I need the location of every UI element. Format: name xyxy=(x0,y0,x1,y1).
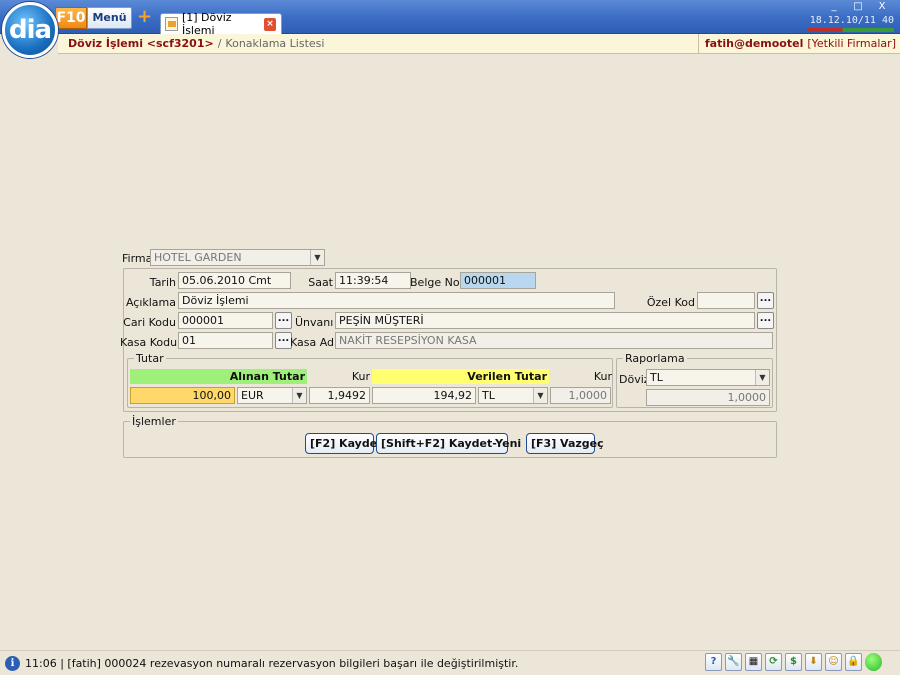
help-icon[interactable]: ? xyxy=(705,653,722,671)
ozel-kod-browse-button[interactable]: ... xyxy=(757,292,774,309)
ozel-kod-field[interactable] xyxy=(697,292,755,309)
cari-kodu-label: Cari Kodu xyxy=(123,316,176,329)
islemler-legend: İşlemler xyxy=(130,415,178,428)
unvan-field[interactable]: PEŞİN MÜŞTERİ xyxy=(335,312,755,329)
unvan-browse-button[interactable]: ... xyxy=(757,312,774,329)
window-controls: _ □ X xyxy=(824,1,892,14)
wrench-icon[interactable]: 🔧 xyxy=(725,653,742,671)
lock-icon[interactable]: 🔒 xyxy=(845,653,862,671)
progress-bar xyxy=(808,28,894,32)
firma-label: Firma xyxy=(122,252,153,265)
alinan-tutar-header: Alınan Tutar xyxy=(130,369,307,384)
tray-icons: ? 🔧 ▦ ⟳ $ ⬇ ☺ 🔒 xyxy=(705,653,882,671)
tab-close-icon[interactable]: × xyxy=(264,17,276,31)
close-window-icon[interactable]: X xyxy=(872,1,892,14)
maximize-icon[interactable]: □ xyxy=(848,1,868,14)
cari-kodu-browse-button[interactable]: ... xyxy=(275,312,292,329)
menu-button[interactable]: Menü xyxy=(87,7,132,29)
status-message: 11:06 | [fatih] 000024 rezevasyon numara… xyxy=(25,656,519,670)
unvan-label: Ünvanı xyxy=(295,316,334,329)
firma-select[interactable]: HOTEL GARDEN ▼ xyxy=(150,249,325,266)
ozel-kod-label: Özel Kod xyxy=(646,296,695,309)
verilen-kur-field[interactable]: 1,0000 xyxy=(550,387,611,404)
save-new-button[interactable]: [Shift+F2] Kaydet-Yeni xyxy=(376,433,521,454)
raporlama-doviz-select[interactable]: TL ▼ xyxy=(646,369,770,386)
info-icon: i xyxy=(5,655,20,671)
smiley-icon[interactable]: ☺ xyxy=(825,653,842,671)
user-name[interactable]: fatih@demootel xyxy=(705,37,803,50)
dollar-icon[interactable]: $ xyxy=(785,653,802,671)
refresh-icon[interactable]: ⟳ xyxy=(765,653,782,671)
breadcrumb-current: Döviz İşlemi <scf3201> xyxy=(68,37,214,50)
authorized-companies-link[interactable]: [Yetkili Firmalar] xyxy=(807,37,896,50)
breadcrumb-separator: / xyxy=(217,37,222,50)
alinan-kur-field[interactable]: 1,9492 xyxy=(309,387,370,404)
verilen-tutar-header: Verilen Tutar xyxy=(372,369,549,384)
raporlama-legend: Raporlama xyxy=(623,352,687,365)
tarih-label: Tarih xyxy=(149,276,176,289)
verilen-currency-select[interactable]: TL ▼ xyxy=(478,387,548,404)
belge-no-label: Belge No xyxy=(410,276,460,289)
aciklama-label: Açıklama xyxy=(125,296,176,309)
dia-logo[interactable]: dia xyxy=(2,2,58,58)
kasa-kodu-label: Kasa Kodu xyxy=(120,336,178,349)
aciklama-field[interactable]: Döviz İşlemi xyxy=(178,292,615,309)
breadcrumb: Döviz İşlemi <scf3201> / Konaklama Liste… xyxy=(58,34,900,54)
tarih-field[interactable]: 05.06.2010 Cmt xyxy=(178,272,291,289)
breadcrumb-link-konaklama[interactable]: Konaklama Listesi xyxy=(225,37,324,50)
verilen-tutar-field[interactable]: 194,92 xyxy=(372,387,476,404)
document-icon xyxy=(165,17,178,31)
minimize-icon[interactable]: _ xyxy=(824,1,844,14)
tab-doviz-islemi[interactable]: [1] Döviz İşlemi × xyxy=(160,11,282,37)
kasa-adi-field[interactable]: NAKİT RESEPSİYON KASA xyxy=(335,332,773,349)
tutar-legend: Tutar xyxy=(134,352,166,365)
alinan-currency-select[interactable]: EUR ▼ xyxy=(237,387,307,404)
download-icon[interactable]: ⬇ xyxy=(805,653,822,671)
alinan-tutar-input[interactable]: 100,00 xyxy=(130,387,235,404)
new-tab-plus-icon[interactable]: + xyxy=(137,8,152,26)
title-bar: F10 Menü + [1] Döviz İşlemi × _ □ X 18.1… xyxy=(0,0,900,37)
chevron-down-icon[interactable]: ▼ xyxy=(533,388,547,403)
cari-kodu-field[interactable]: 000001 xyxy=(178,312,273,329)
status-bar: i 11:06 | [fatih] 000024 rezevasyon numa… xyxy=(0,650,900,675)
f10-button[interactable]: F10 xyxy=(55,7,87,29)
online-status-icon[interactable] xyxy=(865,653,882,671)
saat-field[interactable]: 11:39:54 xyxy=(335,272,411,289)
calculator-icon[interactable]: ▦ xyxy=(745,653,762,671)
kur-label: Kur xyxy=(351,370,370,383)
user-area: fatih@demootel [Yetkili Firmalar] xyxy=(697,34,900,53)
cancel-button[interactable]: [F3] Vazgeç xyxy=(526,433,604,454)
kasa-adi-label: Kasa Adı xyxy=(290,336,338,349)
raporlama-kur-field[interactable]: 1,0000 xyxy=(646,389,770,406)
kasa-kodu-field[interactable]: 01 xyxy=(178,332,273,349)
chevron-down-icon[interactable]: ▼ xyxy=(310,250,324,265)
saat-label: Saat xyxy=(308,276,333,289)
chevron-down-icon[interactable]: ▼ xyxy=(755,370,769,385)
clock: 18.12.10/11 40 xyxy=(809,15,894,26)
belge-no-field[interactable]: 000001 xyxy=(460,272,536,289)
doviz-label: Döviz xyxy=(619,373,650,386)
save-button[interactable]: [F2] Kaydet xyxy=(305,433,382,454)
kur2-label: Kur xyxy=(593,370,612,383)
chevron-down-icon[interactable]: ▼ xyxy=(292,388,306,403)
